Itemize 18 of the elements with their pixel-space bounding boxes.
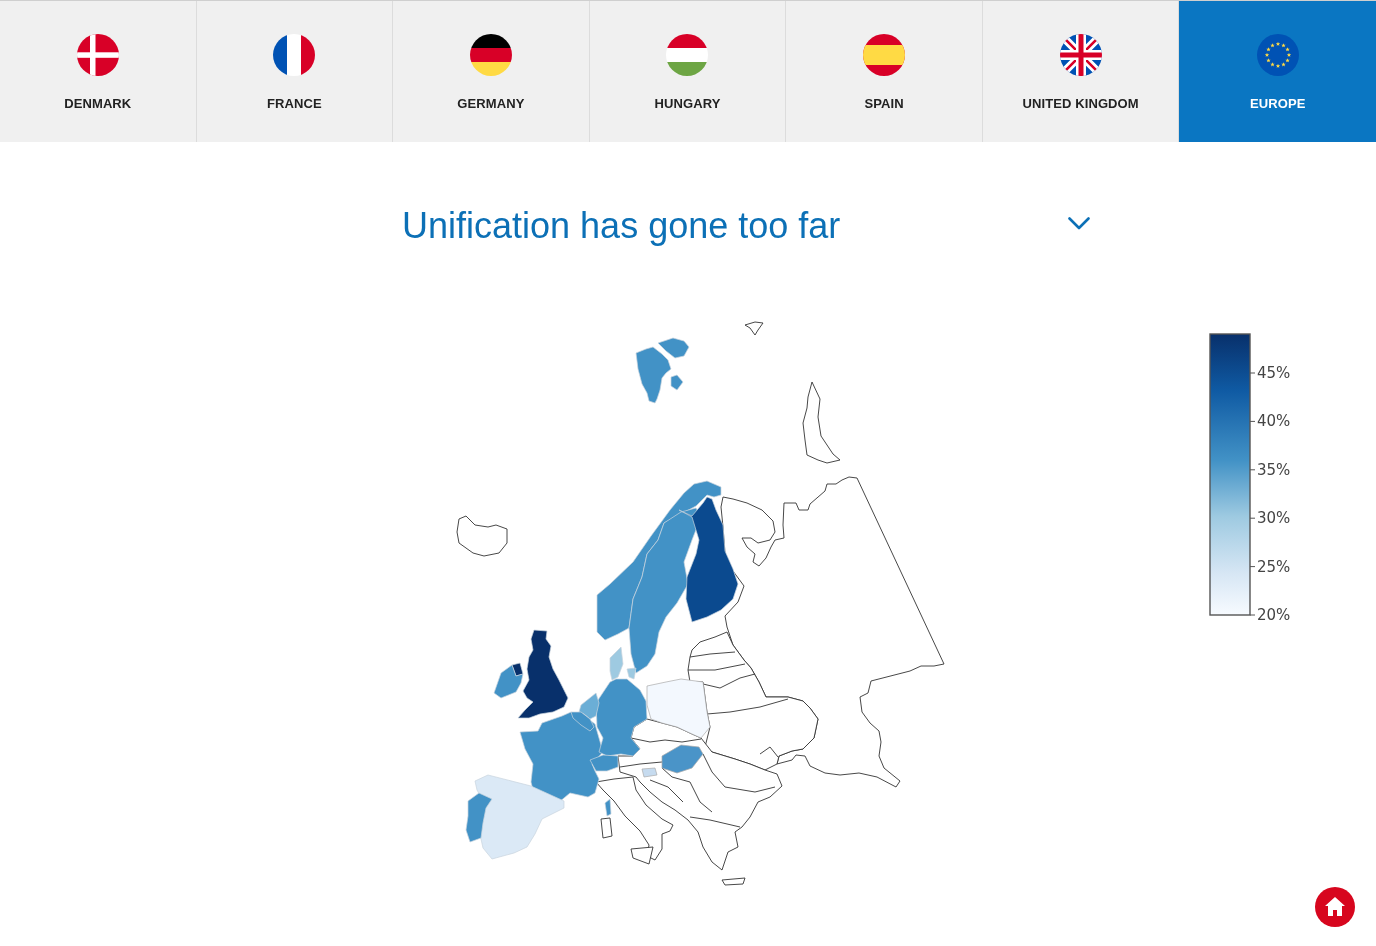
uk-flag-icon xyxy=(1059,34,1102,76)
home-button[interactable] xyxy=(1315,887,1355,927)
question-dropdown[interactable]: Unification has gone too far xyxy=(402,200,1092,252)
france-flag-icon xyxy=(273,34,316,76)
chevron-down-icon xyxy=(1068,216,1090,230)
eu-flag-icon xyxy=(1256,34,1299,76)
colorbar-tick-label: 20% xyxy=(1257,605,1291,624)
denmark-flag-icon xyxy=(76,34,119,76)
colorbar-tick-label: 25% xyxy=(1257,557,1291,576)
germany-flag-icon xyxy=(469,34,512,76)
hungary-flag-icon xyxy=(666,34,709,76)
country-tab[interactable]: EUROPE xyxy=(1179,1,1376,142)
colorbar-tick-label: 40% xyxy=(1257,412,1291,431)
colorbar-tick-label: 45% xyxy=(1257,364,1291,382)
home-icon xyxy=(1325,897,1345,916)
colorbar-tick-label: 35% xyxy=(1257,460,1291,479)
spain-flag-icon xyxy=(863,34,906,76)
colorbar-tick-label: 30% xyxy=(1257,509,1291,528)
